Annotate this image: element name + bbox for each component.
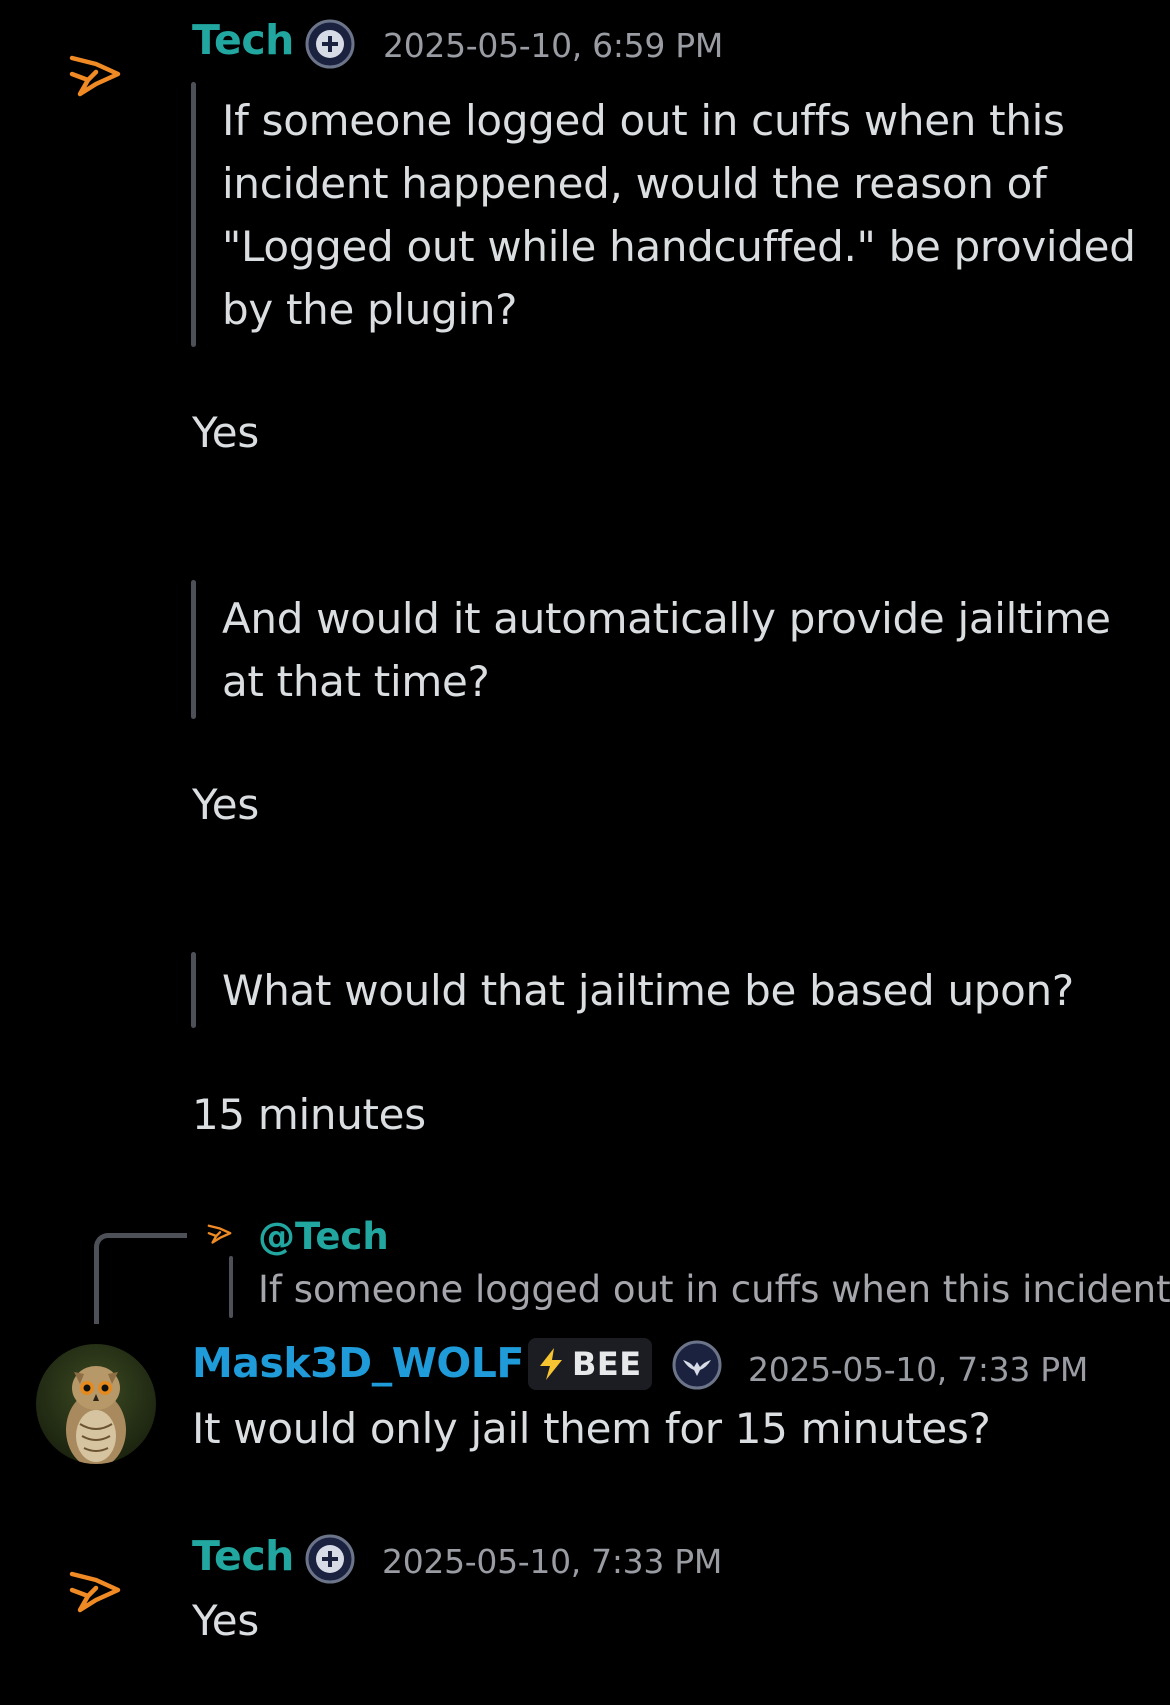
quote-block: If someone logged out in cuffs when this… <box>222 89 1142 341</box>
quote-line: If someone logged out in cuffs when this <box>222 96 1065 145</box>
quote-bar <box>191 82 196 347</box>
plus-shield-icon[interactable] <box>305 19 355 69</box>
quote-bar <box>191 580 196 719</box>
reply-preview[interactable]: If someone logged out in cuffs when this… <box>258 1271 1170 1308</box>
quote-line: What would that jailtime be based upon? <box>222 966 1074 1015</box>
message-text: 15 minutes <box>192 1090 426 1139</box>
quote-bar <box>191 952 196 1028</box>
fox-logo-icon[interactable] <box>66 1566 126 1626</box>
reply-connector <box>94 1233 187 1324</box>
reply-mention[interactable]: @Tech <box>258 1218 389 1255</box>
reply-quote-bar <box>229 1256 233 1318</box>
quote-line: "Logged out while handcuffed." be provid… <box>222 222 1136 271</box>
owl-avatar[interactable] <box>36 1344 156 1464</box>
author-name[interactable]: Tech <box>192 20 294 61</box>
timestamp: 2025-05-10, 7:33 PM <box>748 1350 1089 1389</box>
message-text: Yes <box>192 1596 259 1645</box>
message-text: Yes <box>192 408 259 457</box>
message-text: Yes <box>192 780 259 829</box>
timestamp: 2025-05-10, 7:33 PM <box>382 1542 723 1581</box>
quote-block: What would that jailtime be based upon? <box>222 959 1142 1022</box>
message-text: It would only jail them for 15 minutes? <box>192 1404 991 1453</box>
server-tag-badge[interactable]: BEE <box>528 1338 652 1390</box>
quote-line: by the plugin? <box>222 285 518 334</box>
fox-logo-icon[interactable] <box>206 1222 234 1250</box>
plus-shield-icon[interactable] <box>305 1534 355 1584</box>
eagle-emblem-icon[interactable] <box>672 1340 722 1390</box>
author-name[interactable]: Mask3D_WOLF <box>192 1343 524 1384</box>
quote-line: at that time? <box>222 657 490 706</box>
quote-block: And would it automatically provide jailt… <box>222 587 1142 713</box>
lightning-icon <box>540 1348 562 1380</box>
quote-line: And would it automatically provide jailt… <box>222 594 1111 643</box>
timestamp: 2025-05-10, 6:59 PM <box>383 26 724 65</box>
fox-logo-icon[interactable] <box>66 50 126 110</box>
server-tag-label: BEE <box>572 1345 642 1383</box>
author-name[interactable]: Tech <box>192 1536 294 1577</box>
quote-line: incident happened, would the reason of <box>222 159 1047 208</box>
